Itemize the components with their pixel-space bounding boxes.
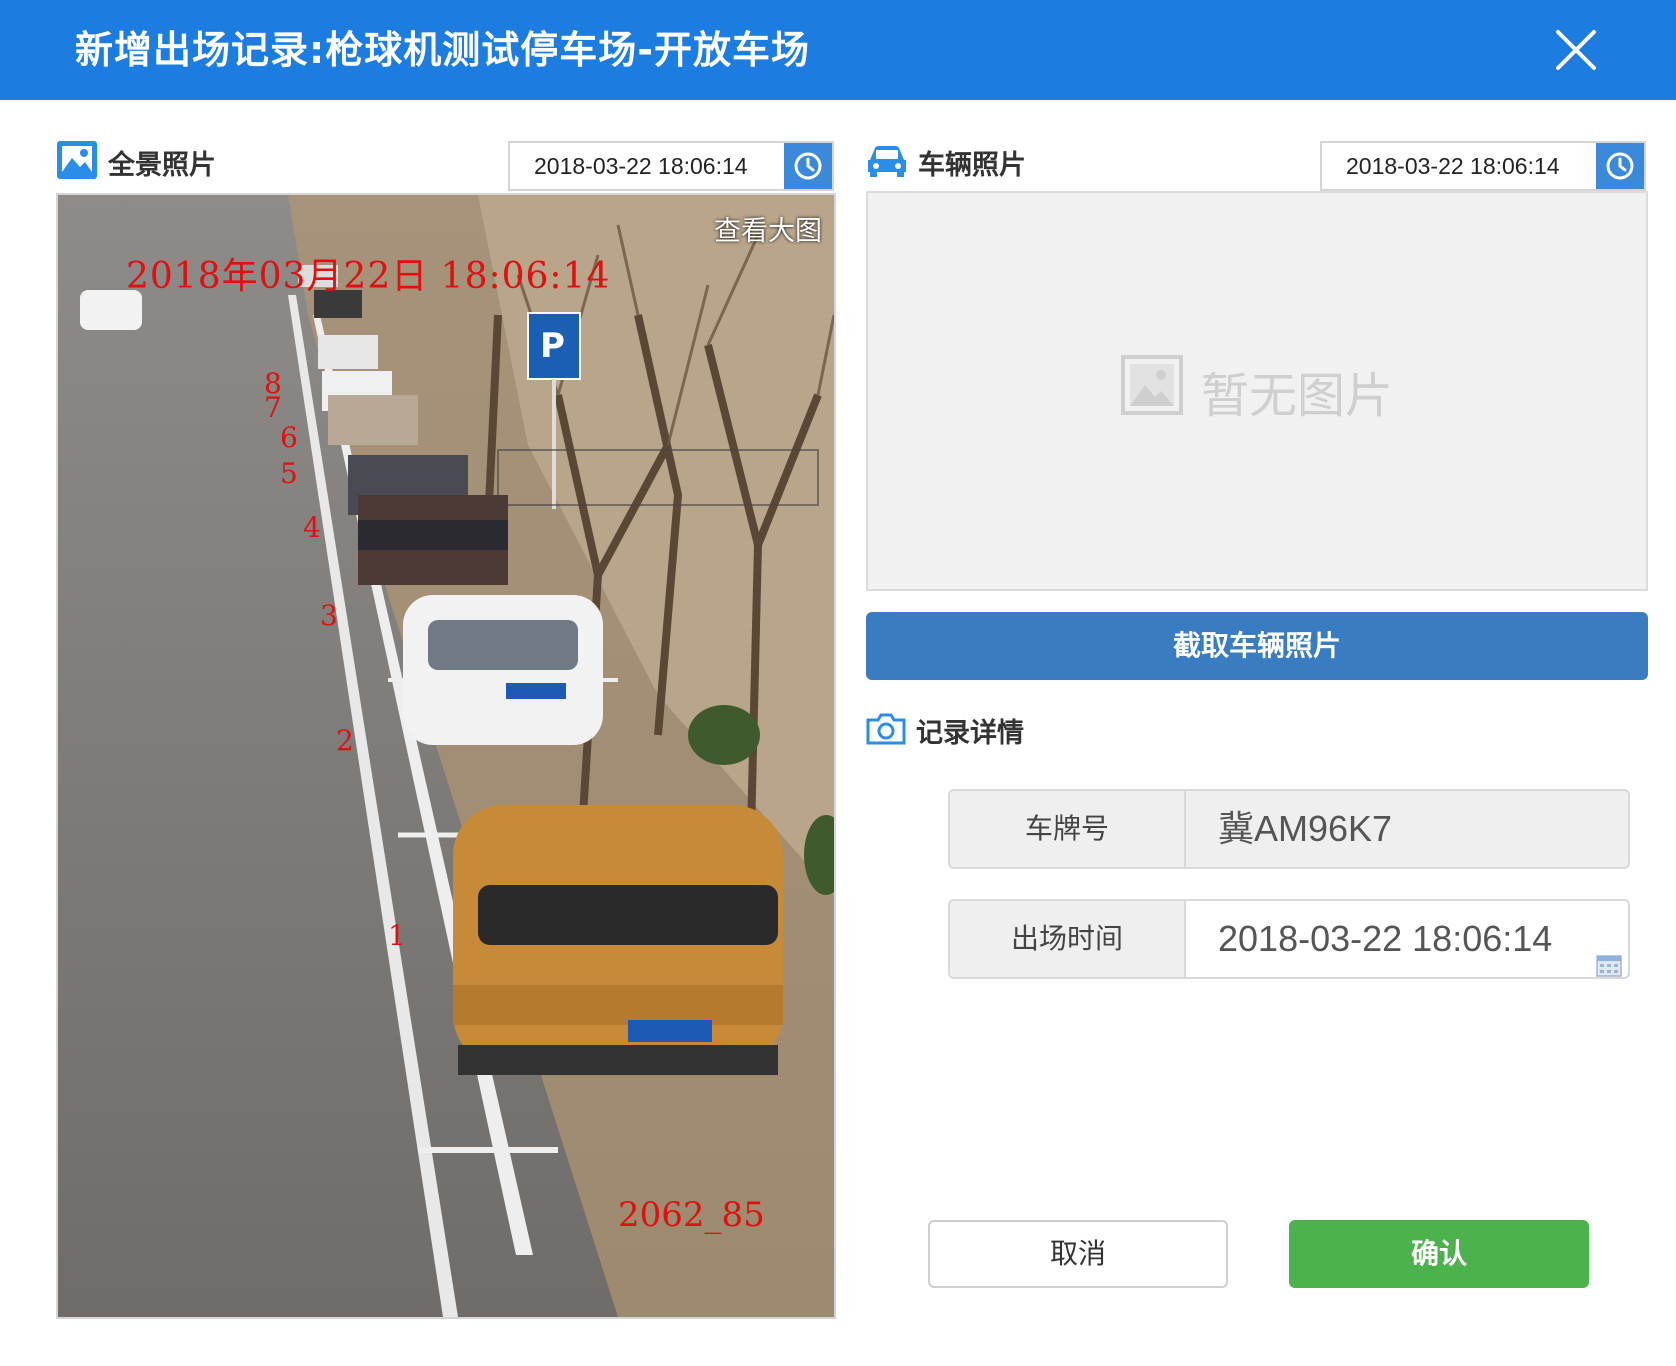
camera-icon bbox=[866, 710, 906, 750]
capture-vehicle-photo-button[interactable]: 截取车辆照片 bbox=[866, 612, 1648, 680]
dialog-header: 新增出场记录:枪球机测试停车场-开放车场 bbox=[0, 0, 1676, 100]
svg-text:4: 4 bbox=[303, 511, 321, 544]
svg-text:6: 6 bbox=[280, 421, 298, 454]
image-icon bbox=[56, 140, 98, 184]
panorama-header: 全景照片 bbox=[56, 140, 216, 184]
exit-time-field[interactable]: 出场时间 2018-03-22 18:06:14 bbox=[948, 899, 1630, 979]
vehicle-time-field[interactable]: 2018-03-22 18:06:14 bbox=[1320, 141, 1646, 191]
svg-text:P: P bbox=[540, 326, 565, 366]
confirm-button[interactable]: 确认 bbox=[1289, 1220, 1589, 1288]
vehicle-photo-placeholder: 暂无图片 bbox=[866, 191, 1648, 591]
svg-text:3: 3 bbox=[320, 599, 338, 632]
vehicle-header: 车辆照片 bbox=[866, 140, 1026, 184]
no-image-icon bbox=[1120, 355, 1183, 427]
panorama-photo[interactable]: P 876 543 21 2018年03月22日 18:06:14 2062_8… bbox=[56, 193, 836, 1319]
cancel-button[interactable]: 取消 bbox=[928, 1220, 1228, 1288]
details-label: 记录详情 bbox=[916, 717, 1024, 749]
plate-field: 车牌号 冀AM96K7 bbox=[948, 789, 1630, 869]
svg-text:1: 1 bbox=[388, 919, 406, 952]
car-icon bbox=[866, 140, 908, 184]
plate-value: 冀AM96K7 bbox=[1186, 791, 1628, 867]
no-image-text: 暂无图片 bbox=[1200, 368, 1393, 424]
panorama-time-field[interactable]: 2018-03-22 18:06:14 bbox=[508, 141, 834, 191]
calendar-icon[interactable] bbox=[1596, 927, 1622, 977]
exit-time-label: 出场时间 bbox=[950, 901, 1186, 977]
vehicle-label: 车辆照片 bbox=[918, 149, 1026, 181]
svg-text:2: 2 bbox=[336, 724, 354, 757]
details-header: 记录详情 bbox=[866, 708, 1024, 752]
exit-time-value: 2018-03-22 18:06:14 bbox=[1218, 918, 1553, 959]
dialog-title: 新增出场记录:枪球机测试停车场-开放车场 bbox=[75, 28, 810, 72]
panorama-overlay-time: 2018年03月22日 18:06:14 bbox=[126, 256, 611, 297]
plate-label: 车牌号 bbox=[950, 791, 1186, 867]
vehicle-time-value: 2018-03-22 18:06:14 bbox=[1346, 153, 1560, 179]
panorama-label: 全景照片 bbox=[108, 149, 216, 181]
view-large-link[interactable]: 查看大图 bbox=[714, 209, 822, 248]
panorama-overlay-code: 2062_85 bbox=[618, 1195, 765, 1235]
clock-icon[interactable] bbox=[784, 143, 832, 189]
exit-time-input[interactable]: 2018-03-22 18:06:14 bbox=[1186, 901, 1628, 977]
svg-text:7: 7 bbox=[264, 391, 282, 424]
svg-text:5: 5 bbox=[280, 457, 298, 490]
close-icon[interactable] bbox=[1548, 22, 1604, 78]
panorama-time-value: 2018-03-22 18:06:14 bbox=[534, 153, 748, 179]
clock-icon[interactable] bbox=[1596, 143, 1644, 189]
